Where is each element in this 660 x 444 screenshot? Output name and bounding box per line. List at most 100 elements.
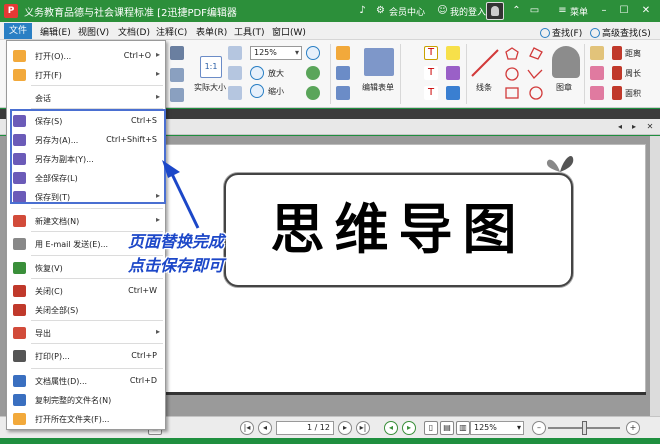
page-icon[interactable] xyxy=(170,68,184,82)
tab-next-icon[interactable]: ▸ xyxy=(628,121,640,133)
status-zoom-select[interactable]: 125% xyxy=(470,421,524,435)
file-menu-item[interactable]: 打开(O)... Ctrl+O ▸ xyxy=(7,47,165,65)
status-zoom-out-button[interactable]: – xyxy=(532,421,546,435)
menu-comment[interactable]: 注释(C) xyxy=(156,25,187,38)
eraser-icon[interactable] xyxy=(590,66,604,80)
edit-form-icon[interactable] xyxy=(364,48,394,76)
attach-icon[interactable] xyxy=(446,66,460,80)
file-menu-item[interactable]: 关闭(C) Ctrl+W xyxy=(7,282,165,300)
perimeter-label[interactable]: 周长 xyxy=(625,68,641,79)
file-menu-item[interactable]: 复制完整的文件名(N) xyxy=(7,391,165,409)
monitor-icon[interactable]: ▭ xyxy=(528,4,541,17)
page-number-input[interactable]: 1 / 12 xyxy=(276,421,334,435)
file-menu-item[interactable]: 打开所在文件夹(F)... xyxy=(7,410,165,428)
menu-lines-icon[interactable]: ≡ xyxy=(556,4,569,17)
find-link[interactable]: 查找(F) xyxy=(540,26,582,39)
zoom-out-label[interactable]: 缩小 xyxy=(268,86,284,97)
single-page-view-icon[interactable]: ▯ xyxy=(424,421,438,435)
file-menu-item[interactable]: 导出 ▸ xyxy=(7,324,165,342)
text-box-icon[interactable]: T xyxy=(424,46,438,60)
underline-icon[interactable]: T xyxy=(424,86,438,100)
actual-size-icon[interactable]: 1:1 xyxy=(200,56,222,78)
menu-window[interactable]: 窗口(W) xyxy=(272,25,306,38)
first-page-button[interactable]: |◂ xyxy=(240,421,254,435)
facing-view-icon[interactable]: ▥ xyxy=(456,421,470,435)
prev-page-button[interactable]: ◂ xyxy=(258,421,272,435)
file-menu-item[interactable]: 打开(F) ▸ xyxy=(7,66,165,84)
next-page-button[interactable]: ▸ xyxy=(338,421,352,435)
avatar[interactable] xyxy=(486,2,504,20)
rotate-ccw-icon[interactable] xyxy=(306,86,320,100)
last-page-button[interactable]: ▸| xyxy=(356,421,370,435)
zoom-select[interactable]: 125% xyxy=(250,46,302,60)
line-icon[interactable] xyxy=(470,48,500,78)
member-center-link[interactable]: 会员中心 xyxy=(389,5,425,18)
menu-view[interactable]: 视图(V) xyxy=(78,25,109,38)
menu-file[interactable]: 文件 xyxy=(4,23,32,39)
zoom-slider-thumb[interactable] xyxy=(582,421,587,435)
stamp-icon[interactable] xyxy=(552,46,580,78)
file-menu-item[interactable]: 会话 ▸ xyxy=(7,89,165,107)
mindmap-banner: 思维导图 xyxy=(224,173,573,287)
file-menu-item[interactable]: 关闭全部(S) xyxy=(7,301,165,319)
stamp-label[interactable]: 图章 xyxy=(556,82,572,93)
menu-tools[interactable]: 工具(T) xyxy=(234,25,265,38)
vertical-scrollbar[interactable] xyxy=(650,136,660,416)
file-menu-item-label: 导出 xyxy=(35,329,51,338)
select-tool-icon[interactable] xyxy=(336,46,350,60)
highlight-icon[interactable] xyxy=(590,86,604,100)
rotate-cw-icon[interactable] xyxy=(306,66,320,80)
continuous-view-icon[interactable]: ▤ xyxy=(440,421,454,435)
perimeter-icon[interactable] xyxy=(612,66,622,80)
fit-visible-icon[interactable] xyxy=(228,86,242,100)
member-icon[interactable]: ⚙ xyxy=(374,4,387,17)
note-icon[interactable] xyxy=(446,46,460,60)
expand-icon[interactable]: ⌃ xyxy=(510,4,523,17)
sound-icon[interactable] xyxy=(446,86,460,100)
edit-form-label[interactable]: 编辑表单 xyxy=(362,82,394,93)
fit-page-icon[interactable] xyxy=(228,46,242,60)
maximize-button[interactable]: ☐ xyxy=(614,3,634,19)
zoom-in-icon[interactable] xyxy=(250,66,264,80)
annotation-line2: 点击保存即可 xyxy=(128,256,225,275)
file-menu-item-label: 打印(P)... xyxy=(35,352,70,361)
minimize-button[interactable]: – xyxy=(594,3,614,19)
export-icon xyxy=(13,327,26,339)
page2-icon[interactable] xyxy=(170,88,184,102)
strikethrough-icon[interactable]: T xyxy=(424,66,438,80)
list-field-icon[interactable] xyxy=(336,86,350,100)
status-zoom-in-button[interactable]: + xyxy=(626,421,640,435)
line-label[interactable]: 线条 xyxy=(476,82,492,93)
pencil-icon[interactable] xyxy=(590,46,604,60)
menu-link[interactable]: 菜单 xyxy=(570,5,588,18)
area-label[interactable]: 面积 xyxy=(625,88,641,99)
menu-edit[interactable]: 编辑(E) xyxy=(40,25,71,38)
advanced-find-link[interactable]: 高级查找(S) xyxy=(590,26,651,39)
file-menu-item[interactable]: 打印(P)... Ctrl+P xyxy=(7,347,165,365)
menu-form[interactable]: 表单(R) xyxy=(196,25,227,38)
shapes-icon[interactable] xyxy=(504,46,548,102)
tab-close-icon[interactable]: ✕ xyxy=(644,121,656,133)
zoom-in-label[interactable]: 放大 xyxy=(268,68,284,79)
area-icon[interactable] xyxy=(612,86,622,100)
actual-size-label[interactable]: 实际大小 xyxy=(194,82,226,93)
distance-label[interactable]: 距离 xyxy=(625,48,641,59)
fit-width-icon[interactable] xyxy=(228,66,242,80)
distance-icon[interactable] xyxy=(612,46,622,60)
tab-prev-icon[interactable]: ◂ xyxy=(614,121,626,133)
back-button[interactable]: ◂ xyxy=(384,421,398,435)
app-icon: P xyxy=(4,4,18,18)
menu-separator xyxy=(31,368,163,369)
zoom-out-icon[interactable] xyxy=(250,84,264,98)
login-icon[interactable]: ☺ xyxy=(436,4,449,17)
camera-icon[interactable] xyxy=(170,46,184,60)
close-button[interactable]: ✕ xyxy=(636,3,656,19)
forward-button[interactable]: ▸ xyxy=(402,421,416,435)
menu-document[interactable]: 文档(D) xyxy=(118,25,150,38)
email-icon xyxy=(13,238,26,250)
zoom-tool-icon[interactable] xyxy=(306,46,320,60)
submenu-arrow-icon: ▸ xyxy=(155,69,160,78)
file-menu-item[interactable]: 文档属性(D)... Ctrl+D xyxy=(7,372,165,390)
bell-icon[interactable]: ♪ xyxy=(356,4,369,17)
text-field-icon[interactable] xyxy=(336,66,350,80)
